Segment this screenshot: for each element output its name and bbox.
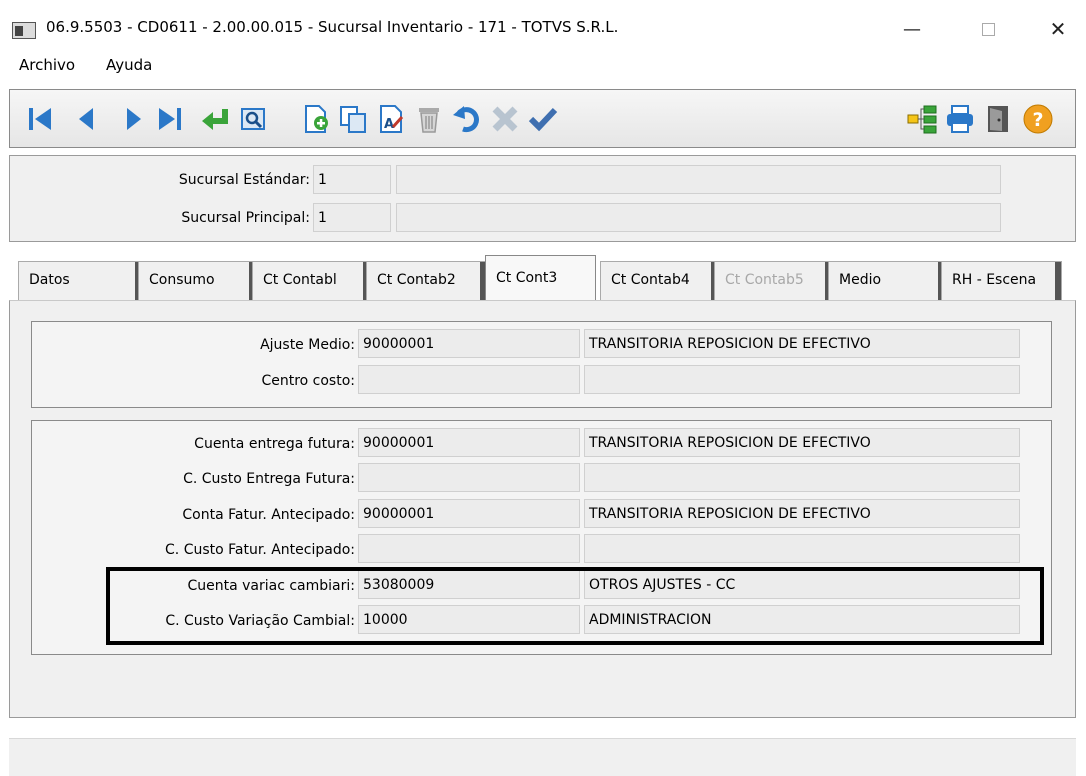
svg-text:?: ? <box>1033 109 1044 131</box>
highlight-annotation-box <box>106 567 1044 645</box>
tab-ct-contab5: Ct Contab5 <box>714 261 832 301</box>
tab-consumo[interactable]: Consumo <box>138 261 256 301</box>
tab-label: Datos <box>29 272 70 288</box>
print-icon[interactable] <box>943 102 977 136</box>
sucursal-principal-field[interactable]: 1 <box>313 203 391 232</box>
new-record-icon[interactable] <box>298 102 332 136</box>
tab-label: RH - Escena <box>952 272 1037 288</box>
tab-label: Ct Contab2 <box>377 272 456 288</box>
centro-costo-field[interactable] <box>358 365 580 394</box>
cuenta-entrega-futura-field[interactable]: 90000001 <box>358 428 580 457</box>
conta-fatur-antecipado-field[interactable]: 90000001 <box>358 499 580 528</box>
cancel-icon[interactable] <box>488 102 522 136</box>
tab-rh-escena[interactable]: RH - Escena <box>941 261 1062 301</box>
ccusto-fatur-antecipado-desc <box>584 534 1020 563</box>
zoom-tree-icon[interactable] <box>905 102 939 136</box>
tab-label: Ct Contab4 <box>611 272 690 288</box>
close-button[interactable]: ✕ <box>1038 14 1078 44</box>
ccusto-fatur-antecipado-label: C. Custo Fatur. Antecipado: <box>165 542 355 558</box>
centro-costo-desc <box>584 365 1020 394</box>
status-bar <box>9 738 1076 776</box>
first-record-icon[interactable] <box>24 102 58 136</box>
ajuste-medio-desc: TRANSITORIA REPOSICION DE EFECTIVO <box>584 329 1020 358</box>
tab-strip: Datos Consumo Ct Contabl Ct Contab2 Ct C… <box>9 255 1076 301</box>
ajuste-medio-field[interactable]: 90000001 <box>358 329 580 358</box>
save-icon[interactable] <box>526 102 560 136</box>
sucursal-estandar-label: Sucursal Estándar: <box>178 172 310 188</box>
tab-label: Consumo <box>149 272 215 288</box>
tab-label: Ct Cont3 <box>496 270 558 286</box>
ajuste-medio-label: Ajuste Medio: <box>260 337 355 353</box>
tab-ct-cont3[interactable]: Ct Cont3 <box>485 255 596 301</box>
ccusto-entrega-futura-field[interactable] <box>358 463 580 492</box>
delete-record-icon[interactable] <box>412 102 446 136</box>
edit-record-icon[interactable]: A <box>374 102 408 136</box>
last-record-icon[interactable] <box>152 102 186 136</box>
maximize-icon <box>981 22 995 36</box>
toolbar: A ? <box>9 89 1076 148</box>
tab-label: Ct Contab5 <box>725 272 804 288</box>
tab-label: Ct Contabl <box>263 272 337 288</box>
copy-record-icon[interactable] <box>336 102 370 136</box>
tab-ct-contab4[interactable]: Ct Contab4 <box>600 261 718 301</box>
centro-costo-label: Centro costo: <box>261 373 355 389</box>
menu-archivo[interactable]: Archivo <box>19 56 75 74</box>
tab-datos[interactable]: Datos <box>18 261 142 301</box>
cuenta-entrega-futura-label: Cuenta entrega futura: <box>194 436 355 452</box>
conta-fatur-antecipado-desc: TRANSITORIA REPOSICION DE EFECTIVO <box>584 499 1020 528</box>
tab-medio[interactable]: Medio <box>828 261 945 301</box>
window-title: 06.9.5503 - CD0611 - 2.00.00.015 - Sucur… <box>46 18 619 36</box>
goto-icon[interactable] <box>198 102 232 136</box>
svg-text:A: A <box>384 117 394 132</box>
minimize-button[interactable]: — <box>892 14 932 44</box>
ccusto-entrega-futura-label: C. Custo Entrega Futura: <box>183 471 355 487</box>
menu-bar: Archivo Ayuda <box>0 50 1086 82</box>
app-window-icon <box>12 22 36 39</box>
next-record-icon[interactable] <box>116 102 150 136</box>
previous-record-icon[interactable] <box>70 102 104 136</box>
query-icon[interactable] <box>236 102 270 136</box>
sucursal-estandar-field[interactable]: 1 <box>313 165 391 194</box>
sucursal-estandar-desc <box>396 165 1001 194</box>
exit-icon[interactable] <box>981 102 1015 136</box>
menu-ayuda[interactable]: Ayuda <box>106 56 152 74</box>
tab-ct-contab2[interactable]: Ct Contab2 <box>366 261 487 301</box>
ccusto-entrega-futura-desc <box>584 463 1020 492</box>
undo-icon[interactable] <box>450 102 484 136</box>
maximize-button[interactable] <box>968 14 1008 44</box>
title-bar: 06.9.5503 - CD0611 - 2.00.00.015 - Sucur… <box>0 0 1086 50</box>
help-icon[interactable]: ? <box>1021 102 1055 136</box>
ccusto-fatur-antecipado-field[interactable] <box>358 534 580 563</box>
conta-fatur-antecipado-label: Conta Fatur. Antecipado: <box>182 507 355 523</box>
cuenta-entrega-futura-desc: TRANSITORIA REPOSICION DE EFECTIVO <box>584 428 1020 457</box>
sucursal-principal-desc <box>396 203 1001 232</box>
tab-label: Medio <box>839 272 882 288</box>
tab-ct-contabl[interactable]: Ct Contabl <box>252 261 370 301</box>
sucursal-principal-label: Sucursal Principal: <box>181 210 310 226</box>
